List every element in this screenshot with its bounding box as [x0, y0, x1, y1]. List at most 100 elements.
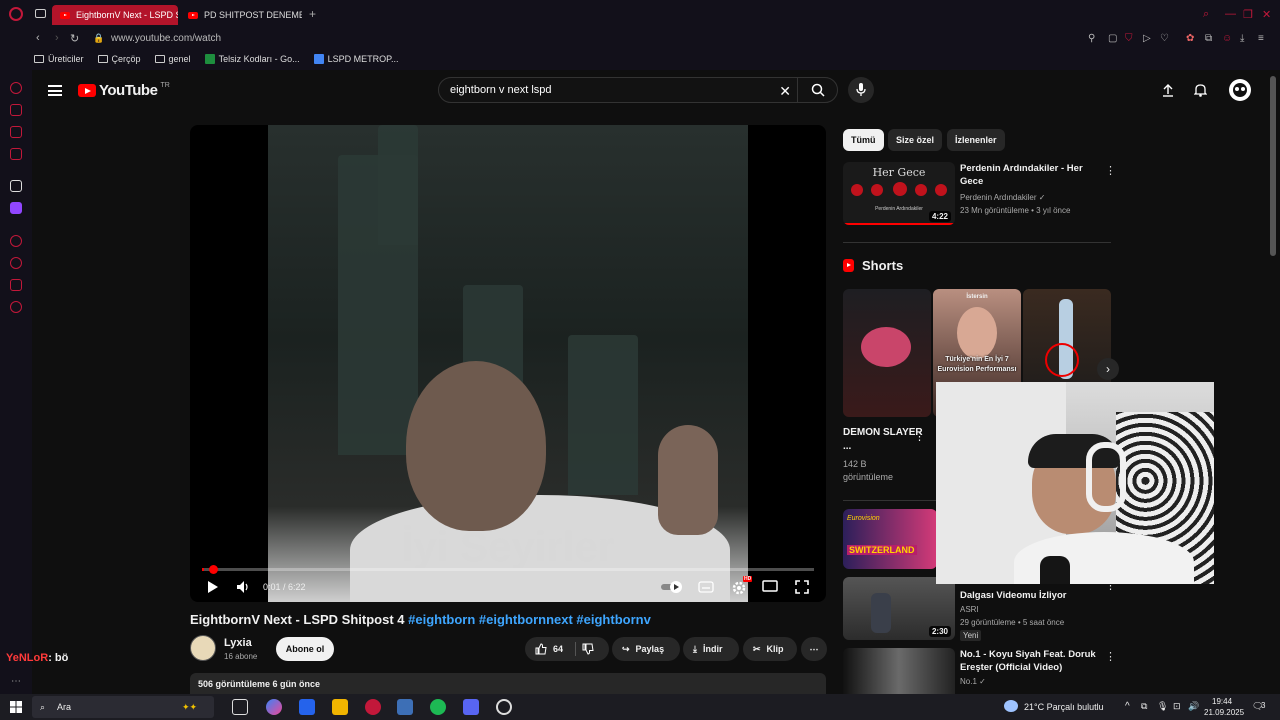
- aria-icon[interactable]: [10, 82, 22, 94]
- progress-scrubber[interactable]: [209, 565, 218, 574]
- theater-mode-icon[interactable]: [762, 580, 778, 592]
- tab-second[interactable]: PD SHITPOST DENEMESİ: [180, 5, 302, 25]
- progress-bar[interactable]: [202, 565, 814, 574]
- clock-time[interactable]: 19:44: [1212, 697, 1232, 706]
- profile-icon[interactable]: ☺: [1222, 33, 1232, 44]
- network-icon[interactable]: ⊡: [1173, 701, 1181, 712]
- scrollbar-thumb[interactable]: [1270, 76, 1276, 256]
- discord-icon[interactable]: [463, 699, 479, 715]
- search-box[interactable]: eightborn v next lspd ✕: [438, 77, 838, 103]
- download-icon[interactable]: ⤓: [1240, 33, 1244, 44]
- extensions-icon[interactable]: [10, 279, 22, 291]
- store-icon[interactable]: [299, 699, 315, 715]
- play-icon[interactable]: ▷: [1143, 33, 1151, 44]
- search-input[interactable]: eightborn v next lspd: [450, 84, 552, 96]
- obs-icon[interactable]: [496, 699, 512, 715]
- vpn-icon[interactable]: [10, 180, 22, 192]
- tab-menu-icon[interactable]: [35, 9, 46, 18]
- app-icon[interactable]: [397, 699, 413, 715]
- close-icon[interactable]: ✕: [1262, 8, 1271, 21]
- speaker-icon[interactable]: 🔊: [1188, 701, 1199, 712]
- video-title[interactable]: No.1 - Koyu Siyah Feat. Doruk Ereşter (O…: [960, 648, 1100, 674]
- volume-icon[interactable]: [236, 580, 250, 594]
- messenger-icon[interactable]: [10, 126, 22, 138]
- twitch-icon[interactable]: [10, 202, 22, 214]
- shield-icon[interactable]: ⛉: [1125, 33, 1133, 44]
- more-actions-button[interactable]: ⋯: [801, 637, 827, 661]
- microphone-tray-icon[interactable]: 🎙: [1157, 701, 1168, 712]
- puzzle-icon[interactable]: ⧉: [1205, 33, 1212, 44]
- tab-active[interactable]: EightbornV Next - LSPD S: [52, 5, 178, 25]
- spotify-icon[interactable]: [430, 699, 446, 715]
- recommended-video[interactable]: 2:30 Dalgası Videomu İzliyor ASRI 29 gör…: [843, 577, 1123, 643]
- file-explorer-icon[interactable]: [332, 699, 348, 715]
- weather-text[interactable]: 21°C Parçalı bulutlu: [1024, 702, 1104, 712]
- opera-logo-icon[interactable]: [9, 7, 23, 21]
- maximize-icon[interactable]: ❐: [1243, 8, 1253, 21]
- snapshot-icon[interactable]: ▢: [1108, 33, 1117, 44]
- autoplay-toggle-icon[interactable]: [660, 580, 684, 594]
- minimize-icon[interactable]: —: [1225, 8, 1236, 20]
- play-button-icon[interactable]: [207, 580, 219, 594]
- clip-button[interactable]: ✂ Klip: [743, 637, 797, 661]
- subscribe-button[interactable]: Abone ol: [276, 637, 334, 661]
- history-icon[interactable]: [10, 257, 22, 269]
- video-thumbnail[interactable]: [843, 648, 955, 694]
- video-thumbnail[interactable]: 2:30: [843, 577, 955, 640]
- fullscreen-icon[interactable]: [795, 580, 809, 594]
- channel-name[interactable]: No.1: [960, 677, 977, 686]
- account-avatar[interactable]: [1229, 79, 1251, 101]
- heart-icon[interactable]: ♡: [1160, 33, 1169, 44]
- video-title[interactable]: Dalgası Videomu İzliyor: [960, 589, 1100, 602]
- extension-icon[interactable]: ⚲: [1088, 33, 1095, 44]
- clock-date[interactable]: 21.09.2025: [1204, 708, 1244, 717]
- search-button[interactable]: [797, 78, 837, 102]
- opera-gx-icon[interactable]: [365, 699, 381, 715]
- bookmark-telsiz[interactable]: Telsiz Kodları - Go...: [204, 54, 300, 64]
- bag-icon[interactable]: [10, 104, 22, 116]
- chip-for-you[interactable]: Size özel: [888, 129, 943, 151]
- bookmark-cercop[interactable]: Çerçöp: [97, 54, 141, 64]
- channel-name[interactable]: Lyxia: [224, 637, 252, 649]
- shorts-next-button[interactable]: ›: [1097, 358, 1119, 380]
- voice-search-button[interactable]: [848, 77, 874, 103]
- description-box[interactable]: 506 görüntüleme 6 gün önce: [190, 673, 826, 694]
- chip-watched[interactable]: İzlenenler: [947, 129, 1005, 151]
- upload-icon[interactable]: [1162, 83, 1174, 97]
- reload-icon[interactable]: ↻: [70, 32, 79, 45]
- chevron-up-icon[interactable]: ^: [1125, 701, 1130, 712]
- more-horizontal-icon[interactable]: ⋯: [11, 676, 21, 687]
- back-icon[interactable]: ‹: [36, 32, 40, 44]
- hamburger-menu-icon[interactable]: [48, 85, 62, 96]
- channel-line[interactable]: Perdenin Ardındakiler ✓: [960, 193, 1045, 202]
- video-thumbnail[interactable]: Eurovision SWITZERLAND: [843, 509, 937, 569]
- more-vertical-icon[interactable]: ⋮: [1105, 650, 1116, 663]
- clear-search-icon[interactable]: ✕: [779, 83, 791, 100]
- forward-icon[interactable]: ›: [55, 32, 59, 44]
- bookmark-genel[interactable]: genel: [154, 54, 191, 64]
- like-icon[interactable]: [535, 643, 547, 655]
- youtube-logo[interactable]: YouTube TR: [78, 82, 170, 99]
- settings-icon[interactable]: [10, 301, 22, 313]
- menu-icon[interactable]: ≡: [1258, 33, 1264, 44]
- bookmark-ureticiler[interactable]: Üreticiler: [34, 54, 84, 64]
- search-tabs-icon[interactable]: ⌕: [1203, 8, 1209, 21]
- more-vertical-icon[interactable]: ⋮: [1105, 164, 1116, 177]
- chip-all[interactable]: Tümü: [843, 129, 884, 151]
- recommended-video[interactable]: No.1 - Koyu Siyah Feat. Doruk Ereşter (O…: [843, 648, 1123, 694]
- short-thumbnail[interactable]: [843, 289, 931, 417]
- download-button[interactable]: ⤓ İndir: [683, 637, 739, 661]
- channel-name[interactable]: ASRI: [960, 605, 979, 614]
- share-button[interactable]: ↪ Paylaş: [612, 637, 680, 661]
- notifications-bell-icon[interactable]: [1194, 83, 1207, 97]
- mail-icon[interactable]: [10, 148, 22, 160]
- fox-icon[interactable]: ✿: [1186, 33, 1194, 44]
- task-view-icon[interactable]: [232, 699, 248, 715]
- new-tab-icon[interactable]: +: [309, 7, 316, 21]
- player-icon[interactable]: [10, 235, 22, 247]
- channel-avatar[interactable]: [190, 635, 216, 661]
- bookmark-lspd[interactable]: LSPD METROP...: [313, 54, 398, 64]
- video-player[interactable]: İyi Seyirler 0:01 / 6:22 HD: [190, 125, 826, 602]
- url-text[interactable]: www.youtube.com/watch: [111, 33, 221, 44]
- dislike-icon[interactable]: [582, 643, 594, 655]
